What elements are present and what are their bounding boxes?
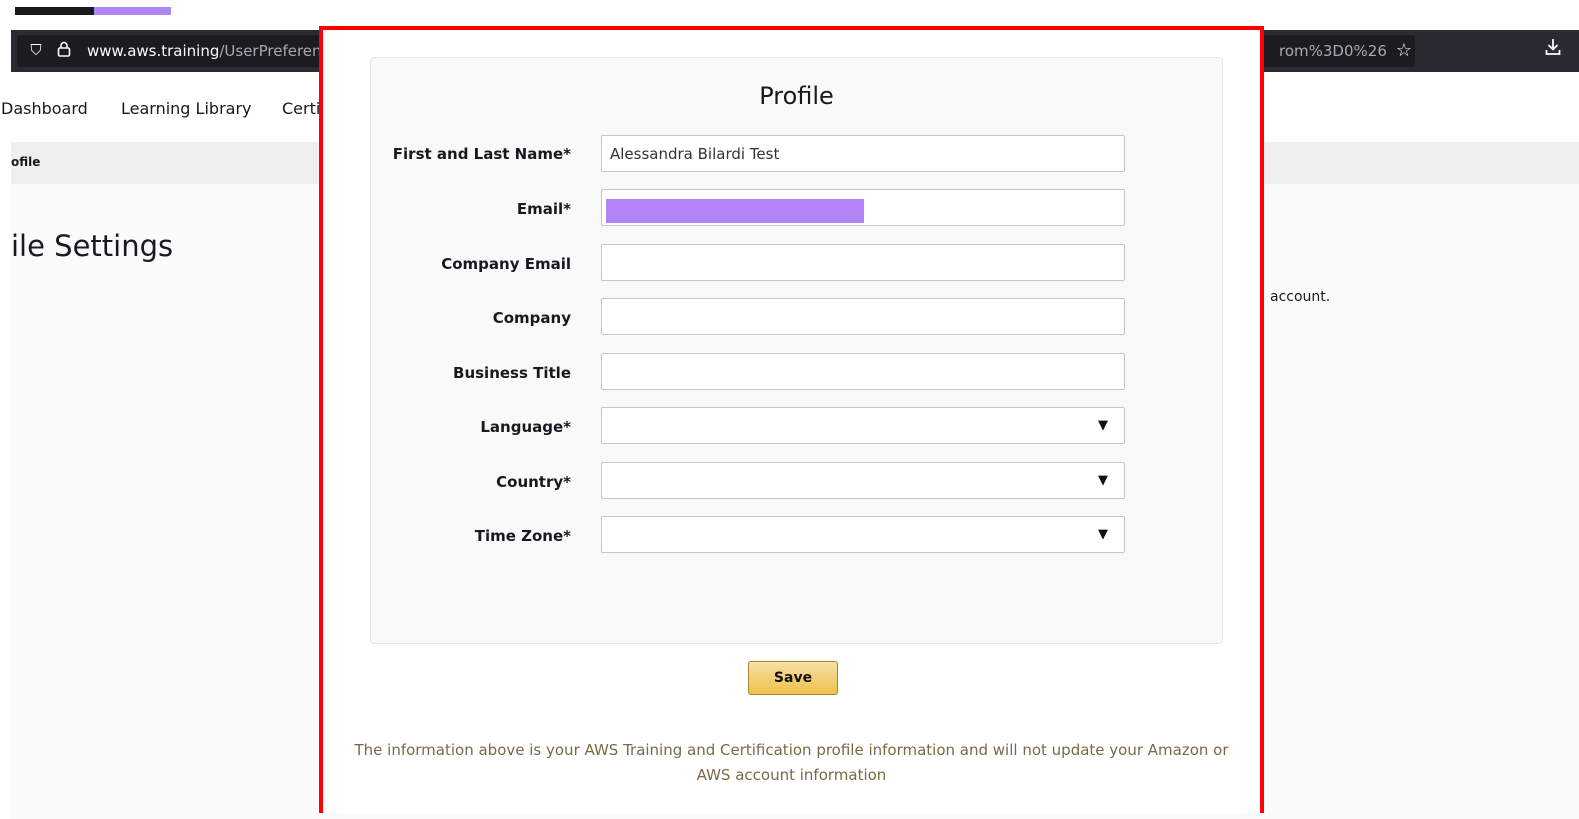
lock-icon[interactable]	[55, 41, 73, 59]
label-time-zone: Time Zone*	[474, 527, 571, 545]
url-tail: rom%3D0%26	[1279, 42, 1387, 60]
profile-panel: Profile First and Last Name* Alessandra …	[370, 57, 1223, 644]
side-note: account.	[1270, 289, 1331, 305]
redaction-bar-purple	[94, 7, 171, 15]
business-title-input[interactable]	[601, 353, 1125, 390]
star-icon[interactable]: ☆	[1393, 40, 1415, 62]
language-select[interactable]: ▼	[601, 407, 1125, 444]
label-company: Company	[492, 309, 571, 327]
redaction-bar-dark	[15, 7, 94, 15]
caret-down-icon: ▼	[1098, 473, 1108, 488]
caret-down-icon: ▼	[1098, 527, 1108, 542]
name-input-value: Alessandra Bilardi Test	[610, 145, 780, 163]
label-country: Country*	[496, 473, 571, 491]
shield-icon[interactable]: ⛉	[27, 41, 45, 59]
profile-footnote: The information above is your AWS Traini…	[354, 741, 1229, 784]
nav-certification[interactable]: Certi	[282, 99, 320, 118]
panel-title: Profile	[759, 82, 834, 110]
nav-dashboard[interactable]: Dashboard	[1, 99, 88, 118]
label-business-title: Business Title	[453, 364, 571, 382]
company-email-input[interactable]	[601, 244, 1125, 281]
email-redaction	[606, 199, 864, 223]
time-zone-select[interactable]: ▼	[601, 516, 1125, 553]
caret-down-icon: ▼	[1098, 418, 1108, 433]
name-input[interactable]: Alessandra Bilardi Test	[601, 135, 1125, 172]
company-input[interactable]	[601, 298, 1125, 335]
label-language: Language*	[480, 418, 571, 436]
label-email: Email*	[516, 200, 571, 218]
profile-modal-highlight: Profile First and Last Name* Alessandra …	[319, 26, 1264, 813]
url-text[interactable]: www.aws.training/UserPreferenc	[87, 42, 330, 60]
url-path: /UserPreferenc	[219, 42, 330, 60]
page-title: ile Settings	[11, 229, 174, 264]
email-input[interactable]	[601, 189, 1125, 226]
nav-learning-library[interactable]: Learning Library	[121, 99, 252, 118]
label-name: First and Last Name*	[392, 145, 571, 163]
breadcrumb-current: ofile	[11, 155, 41, 169]
url-host: www.aws.training	[87, 42, 220, 60]
download-icon[interactable]	[1542, 38, 1564, 60]
label-company-email: Company Email	[441, 255, 571, 273]
country-select[interactable]: ▼	[601, 462, 1125, 499]
save-button[interactable]: Save	[748, 661, 838, 695]
